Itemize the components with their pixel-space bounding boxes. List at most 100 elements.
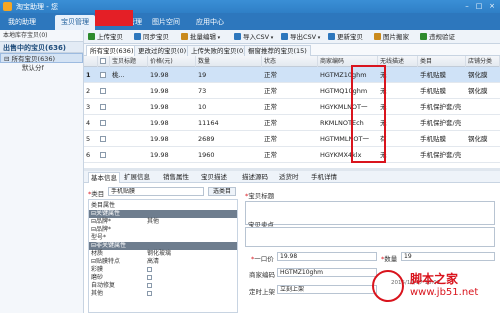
property-checkbox[interactable] <box>147 291 152 296</box>
property-check-row[interactable]: 磨砂 <box>89 274 237 282</box>
tab-suitable-time[interactable]: 适货时 <box>277 172 301 183</box>
violation-check-button[interactable]: 违规验证 <box>420 32 455 42</box>
tab-changed-items[interactable]: 更改过的宝贝(0) <box>134 45 191 56</box>
on-sale-section-title[interactable]: 出售中的宝贝(636) <box>0 41 83 53</box>
category-label: 类目 <box>91 190 105 198</box>
property-row[interactable]: ⊟贴膜特点 高清 <box>89 258 237 266</box>
tab-window-recommended[interactable]: 橱窗推荐的宝贝(15) <box>244 45 311 56</box>
property-row[interactable]: ⊟品牌* 其他 <box>89 218 237 226</box>
row-checkbox[interactable] <box>100 136 106 142</box>
column-header-shop-category[interactable]: 店铺分类 <box>466 56 500 67</box>
tab-item-description[interactable]: 宝贝描述 <box>199 172 229 183</box>
table-header: 宝贝标题 价格(元) 数量 状态 商家编码 无线描述 类目 店铺分类 <box>84 56 500 67</box>
property-group-non-key[interactable]: ⊟非关键属性 <box>89 242 237 250</box>
upload-items-button[interactable]: 上传宝贝 <box>88 32 123 42</box>
table-row[interactable]: 4 19.98 11164 正常 RKMLNOTEch 无 手机保护套/壳 <box>84 115 500 131</box>
item-filter-tabs: 所有宝贝(636) 更改过的宝贝(0) 上传失败的宝贝(0) 橱窗推荐的宝贝(1… <box>84 44 500 56</box>
upload-icon <box>88 33 95 40</box>
property-group-key[interactable]: ⊟关键属性 <box>89 210 237 218</box>
sidebar-item-default-category[interactable]: 默认分f <box>0 63 83 73</box>
table-row[interactable]: 2 19.98 73 正常 HGTMQ10ghm 无 手机贴膜 钢化膜 <box>84 83 500 99</box>
tab-all-items[interactable]: 所有宝贝(636) <box>86 45 138 56</box>
minimize-button[interactable]: – <box>462 2 472 11</box>
batch-edit-button[interactable]: 批量编辑 ▾ <box>181 32 220 42</box>
row-checkbox[interactable] <box>100 104 106 110</box>
price-label: 一口价 <box>254 255 274 263</box>
collapse-icon[interactable]: ⊟ <box>4 55 9 63</box>
tab-mobile-details[interactable]: 手机详情 <box>309 172 339 183</box>
title-bar: 淘宝助理 - 您 – □ × <box>0 0 500 13</box>
table-row[interactable]: 6 19.98 1960 正常 HGYKMX4klx 无 手机保护套/壳 <box>84 147 500 163</box>
select-category-button[interactable]: 选类目 <box>208 187 236 196</box>
merchant-code-label: 商家编码 <box>249 271 275 279</box>
column-header-status[interactable]: 状态 <box>262 56 318 67</box>
title-input[interactable] <box>245 201 495 225</box>
quantity-label: 数量 <box>384 255 398 263</box>
redaction-mark <box>95 10 133 26</box>
property-checkbox[interactable] <box>147 283 152 288</box>
property-check-row[interactable]: 其他 <box>89 290 237 298</box>
row-checkbox[interactable] <box>100 88 106 94</box>
nav-tab-my-assistant[interactable]: 我的助理 <box>2 15 42 30</box>
highlight-wireless-column <box>351 65 386 163</box>
watermark-title: 脚本之家 <box>410 272 459 286</box>
tab-extended-info[interactable]: 扩展信息 <box>122 172 152 183</box>
table-row[interactable]: 3 19.98 10 正常 HGYKMLNOT一 无 手机保护套/壳 <box>84 99 500 115</box>
sidebar: 本地库存宝贝(0) 出售中的宝贝(636) ⊟ 所有宝贝(636) 默认分f <box>0 30 84 313</box>
sync-icon <box>134 33 141 40</box>
row-checkbox[interactable] <box>100 152 106 158</box>
column-header-title[interactable]: 宝贝标题 <box>110 56 148 67</box>
import-csv-button[interactable]: 导入CSV ▾ <box>234 32 273 42</box>
row-checkbox[interactable] <box>100 120 106 126</box>
select-all-checkbox[interactable] <box>100 58 106 64</box>
update-items-button[interactable]: 更新宝贝 <box>328 32 363 42</box>
table-row[interactable]: 1 桃... 19.98 19 正常 HGTMZ10ghm 无 手机贴膜 钢化膜 <box>84 67 500 83</box>
property-checkbox[interactable] <box>147 267 152 272</box>
tab-description-source[interactable]: 描述源码 <box>240 172 270 183</box>
export-csv-button[interactable]: 导出CSV ▾ <box>281 32 320 42</box>
app-title: 淘宝助理 - 您 <box>16 3 58 11</box>
property-row[interactable]: 型号* <box>89 234 237 242</box>
tab-sales-attributes[interactable]: 销售属性 <box>161 172 191 183</box>
property-checkbox[interactable] <box>147 275 152 280</box>
quantity-input[interactable]: 19 <box>401 252 495 261</box>
toolbar: 上传宝贝 同步宝贝 批量编辑 ▾ 导入CSV ▾ 导出CSV ▾ 更新宝贝 图片… <box>84 30 500 44</box>
table-row[interactable]: 5 19.98 2689 正常 HGTMMLNOT一 有 手机贴膜 钢化膜 <box>84 131 500 147</box>
property-check-row[interactable]: 彩膜 <box>89 266 237 274</box>
nav-tab-app-center[interactable]: 应用中心 <box>190 15 230 30</box>
nav-tab-item-management[interactable]: 宝贝管理 <box>55 15 95 30</box>
column-header-quantity[interactable]: 数量 <box>196 56 262 67</box>
tab-failed-uploads[interactable]: 上传失败的宝贝(0) <box>187 45 250 56</box>
property-row[interactable]: 材质 钢化玻璃 <box>89 250 237 258</box>
image-move-button[interactable]: 图片搬家 <box>374 32 409 42</box>
sidebar-item-label: 所有宝贝(636) <box>11 55 56 63</box>
column-header-price[interactable]: 价格(元) <box>148 56 196 67</box>
nav-tab-image-space[interactable]: 图片空间 <box>146 15 186 30</box>
property-check-row[interactable]: 自动修复 <box>89 282 237 290</box>
watermark-logo-icon <box>372 270 404 302</box>
merchant-code-input[interactable]: HGTMZ10ghm <box>277 268 377 277</box>
sidebar-item-all-items[interactable]: ⊟ 所有宝贝(636) <box>0 53 83 63</box>
column-header-select[interactable] <box>98 56 110 67</box>
export-icon <box>281 33 288 40</box>
image-icon <box>374 33 381 40</box>
update-icon <box>328 33 335 40</box>
maximize-button[interactable]: □ <box>474 2 484 11</box>
edit-icon <box>181 33 188 40</box>
listing-time-select[interactable]: 立刻上架 <box>277 285 377 294</box>
app-logo-icon <box>3 2 12 11</box>
column-header-category[interactable]: 类目 <box>418 56 466 67</box>
property-tree-header: 类目属性 <box>91 202 116 209</box>
scheduled-listing-label: 定时上架 <box>249 288 275 296</box>
tab-basic-info[interactable]: 基本信息 <box>88 172 120 183</box>
local-store-header[interactable]: 本地库存宝贝(0) <box>0 30 83 41</box>
watermark-url: www.jb51.net <box>410 287 479 298</box>
main-nav: 我的助理 宝贝管理 交易管理 图片空间 应用中心 <box>0 13 500 30</box>
selling-points-input[interactable] <box>245 227 495 247</box>
sync-items-button[interactable]: 同步宝贝 <box>134 32 169 42</box>
property-row[interactable]: ⊟品牌* <box>89 226 237 234</box>
category-input[interactable]: 手机贴膜 <box>108 187 204 196</box>
row-checkbox[interactable] <box>100 72 106 78</box>
close-button[interactable]: × <box>487 2 497 11</box>
price-input[interactable]: 19.98 <box>277 252 377 261</box>
